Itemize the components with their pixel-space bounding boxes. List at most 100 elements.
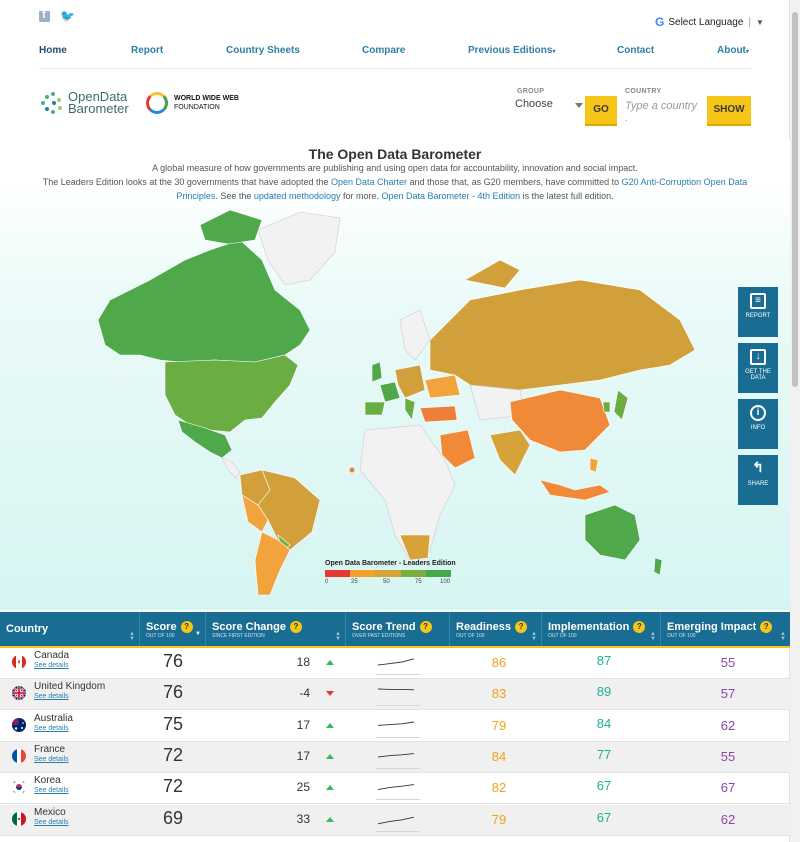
see-details-link[interactable]: See details: [34, 662, 69, 669]
score-trend-sparkline: [376, 681, 420, 707]
share-side-button[interactable]: ↰ SHARE: [738, 455, 778, 505]
show-button[interactable]: SHOW: [707, 96, 751, 126]
score-trend-sparkline: [376, 744, 420, 769]
share-icon: ↰: [752, 459, 764, 475]
help-icon[interactable]: ?: [515, 621, 528, 633]
see-details-link[interactable]: See details: [34, 787, 69, 794]
group-label: GROUP: [517, 88, 545, 95]
score-change-value: 25: [296, 780, 310, 795]
scrollbar-thumb[interactable]: [792, 12, 798, 387]
logo-line-2: Barometer: [68, 101, 129, 116]
col-subtitle: OUT OF 100: [548, 633, 577, 639]
open-data-barometer-logo[interactable]: OpenData Barometer: [40, 90, 129, 116]
nav-contact[interactable]: Contact: [617, 45, 654, 56]
arrow-up-icon: [326, 816, 334, 822]
col-emerging-impact[interactable]: Emerging Impact? OUT OF 100 ▲ ▼: [661, 612, 790, 648]
score-change-value: 33: [296, 811, 310, 826]
country-name[interactable]: United Kingdom: [34, 681, 105, 692]
table-row[interactable]: France See details 72 17 84 77 55: [0, 741, 790, 773]
table-row[interactable]: Mexico See details 69 33 79 67 62: [0, 804, 790, 836]
report-side-button[interactable]: ≡ REPORT: [738, 287, 778, 337]
map-region-russia: [429, 279, 696, 391]
language-selector[interactable]: G Select Language | ▼: [655, 15, 764, 29]
sparkline: [378, 688, 415, 691]
col-title-text: Score Trend: [352, 621, 416, 633]
twitter-icon[interactable]: 🐦: [60, 10, 75, 22]
readiness-value: 84: [491, 748, 507, 764]
country-search-input[interactable]: Type a country .: [625, 100, 701, 124]
see-details-link[interactable]: See details: [34, 819, 69, 826]
info-side-button[interactable]: i INFO: [738, 399, 778, 449]
world-map[interactable]: [0, 140, 790, 610]
www-line-2: FOUNDATION: [174, 104, 220, 111]
score-value: 75: [162, 713, 184, 734]
help-icon[interactable]: ?: [633, 621, 646, 633]
col-readiness[interactable]: Readiness? OUT OF 100 ▲ ▼: [450, 612, 542, 648]
score-value: 72: [162, 776, 184, 797]
facebook-icon[interactable]: [39, 9, 50, 22]
nav-compare[interactable]: Compare: [362, 45, 405, 56]
country-name[interactable]: Mexico: [34, 807, 66, 818]
caret-icon: ▾: [552, 49, 556, 55]
table-row[interactable]: Canada See details 76 18 86 87 55: [0, 648, 790, 679]
col-country[interactable]: Country ▲ ▼: [0, 612, 140, 648]
web-foundation-logo[interactable]: WORLD WIDE WEB FOUNDATION: [146, 92, 239, 114]
col-score[interactable]: Score? OUT OF 100 ▼: [140, 612, 206, 648]
get-data-side-button[interactable]: ↓ GET THE DATA: [738, 343, 778, 393]
legend-ticks: 0 25 50 75 100: [325, 577, 465, 587]
group-value: Choose: [515, 98, 553, 110]
map-region-korea: [602, 401, 611, 413]
group-select[interactable]: Choose: [515, 98, 583, 116]
table-row[interactable]: United Kingdom See details 76 -4 83 89 57: [0, 679, 790, 711]
see-details-link[interactable]: See details: [34, 725, 69, 732]
country-name[interactable]: Korea: [34, 775, 61, 786]
score-value: 76: [162, 651, 184, 671]
www-line-1: WORLD WIDE WEB: [174, 95, 239, 102]
social-links: 🐦: [39, 9, 75, 22]
legend-tick: 0: [325, 579, 329, 585]
arrow-down-icon: [326, 691, 334, 697]
nav-previous-editions[interactable]: Previous Editions▾: [468, 45, 555, 56]
col-subtitle: OUT OF 100: [146, 633, 175, 639]
col-title-text: Score: [146, 621, 177, 633]
info-icon: i: [750, 405, 766, 421]
nav-country-sheets[interactable]: Country Sheets: [226, 45, 300, 56]
col-implementation[interactable]: Implementation? OUT OF 100 ▲ ▼: [542, 612, 661, 648]
readiness-value: 82: [491, 780, 507, 796]
map-region-new-zealand: [653, 557, 663, 576]
legend-swatch: [425, 570, 452, 577]
table-row[interactable]: Korea See details 72 25 82 67 67: [0, 773, 790, 805]
side-report-label: REPORT: [745, 313, 771, 319]
nav-about[interactable]: About▾: [717, 45, 749, 56]
table-row[interactable]: Australia See details 75 17 79 84 62: [0, 711, 790, 742]
country-name[interactable]: Canada: [34, 650, 69, 661]
go-button[interactable]: GO: [585, 96, 617, 126]
nav-report[interactable]: Report: [131, 45, 163, 56]
chevron-down-icon: [575, 103, 583, 108]
emerging-impact-value: 57: [720, 686, 736, 702]
help-icon[interactable]: ?: [180, 621, 193, 633]
col-title-text: Readiness: [456, 621, 512, 633]
google-icon: G: [655, 15, 665, 29]
country-name[interactable]: France: [34, 744, 65, 755]
help-icon[interactable]: ?: [419, 621, 432, 633]
map-region-canada-islands: [199, 209, 263, 245]
legend-tick: 50: [383, 579, 390, 585]
see-details-link[interactable]: See details: [34, 693, 69, 700]
col-subtitle: OVER PAST EDITIONS: [352, 633, 406, 639]
nav-home[interactable]: Home: [39, 45, 67, 56]
col-score-trend: Score Trend? OVER PAST EDITIONS: [346, 612, 450, 648]
help-icon[interactable]: ?: [289, 621, 302, 633]
map-region-sierra-leone: [349, 467, 355, 473]
col-score-change[interactable]: Score Change? SINCE FIRST EDITION ▲ ▼: [206, 612, 346, 648]
score-value: 69: [162, 807, 184, 828]
side-share-label: SHARE: [747, 481, 769, 487]
see-details-link[interactable]: See details: [34, 756, 69, 763]
help-icon[interactable]: ?: [760, 621, 773, 633]
country-name[interactable]: Australia: [34, 713, 73, 724]
map-region-indonesia: [539, 479, 611, 501]
vertical-scrollbar[interactable]: [789, 0, 800, 842]
score-value: 72: [162, 744, 184, 765]
map-region-italy: [404, 397, 416, 421]
map-region-spain: [364, 401, 386, 416]
